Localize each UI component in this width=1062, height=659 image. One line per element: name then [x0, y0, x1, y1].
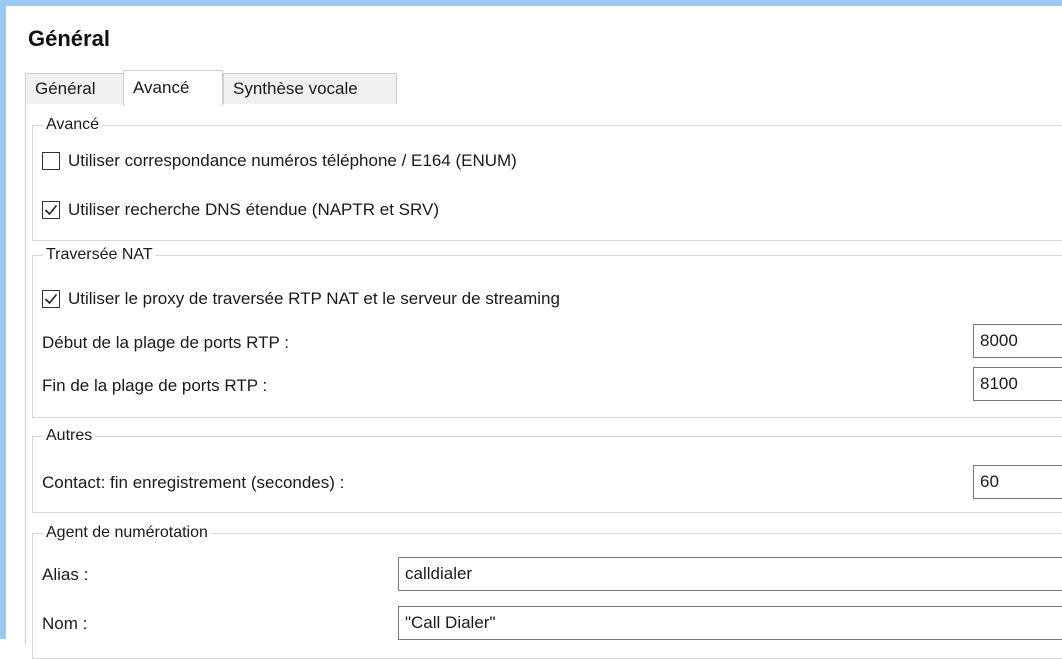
group-nat-title: Traversée NAT	[46, 246, 153, 263]
group-avance-title: Avancé	[46, 116, 100, 133]
rtp-start-label: Début de la plage de ports RTP :	[42, 333, 289, 352]
enum-option[interactable]: Utiliser correspondance numéros téléphon…	[42, 151, 517, 171]
page-title: Général	[28, 26, 110, 51]
alias-input[interactable]: calldialer	[398, 557, 1062, 591]
dns-checkbox[interactable]	[42, 201, 60, 219]
contact-label: Contact: fin enregistrement (secondes) :	[42, 473, 345, 492]
rtp-start-input[interactable]: 8000	[973, 324, 1062, 358]
checkmark-icon	[44, 204, 58, 216]
tab-synthese-vocale[interactable]: Synthèse vocale	[223, 73, 397, 104]
checkmark-icon	[44, 293, 58, 305]
group-agent-title: Agent de numérotation	[46, 524, 208, 541]
rtp-end-label: Fin de la plage de ports RTP :	[42, 376, 268, 395]
nom-input[interactable]: "Call Dialer"	[398, 606, 1062, 640]
tab-bar: Général Avancé Synthèse vocale	[25, 70, 1062, 106]
dns-option[interactable]: Utiliser recherche DNS étendue (NAPTR et…	[42, 200, 439, 220]
proxy-checkbox[interactable]	[42, 290, 60, 308]
rtp-end-row: Fin de la plage de ports RTP :	[42, 376, 267, 396]
rtp-end-input[interactable]: 8100	[973, 367, 1062, 401]
dns-label: Utiliser recherche DNS étendue (NAPTR et…	[68, 200, 439, 219]
contact-row: Contact: fin enregistrement (secondes) :	[42, 473, 344, 493]
rtp-start-row: Début de la plage de ports RTP :	[42, 333, 289, 353]
group-avance: Avancé	[32, 116, 1062, 241]
tab-general[interactable]: Général	[25, 73, 124, 104]
nom-row: Nom :	[42, 614, 87, 634]
proxy-label: Utiliser le proxy de traversée RTP NAT e…	[68, 289, 560, 308]
enum-label: Utiliser correspondance numéros téléphon…	[68, 151, 517, 170]
tab-avance[interactable]: Avancé	[123, 70, 223, 106]
proxy-option[interactable]: Utiliser le proxy de traversée RTP NAT e…	[42, 289, 560, 309]
group-autres-title: Autres	[46, 427, 93, 444]
tab-panel: Avancé Utiliser correspondance numéros t…	[25, 104, 1062, 659]
enum-checkbox[interactable]	[42, 152, 60, 170]
nom-label: Nom :	[42, 614, 88, 633]
alias-label: Alias :	[42, 565, 89, 584]
group-autres: Autres	[32, 427, 1062, 513]
window-frame: Général Général Avancé Synthèse vocale A…	[0, 0, 1062, 659]
contact-expiry-input[interactable]: 60	[973, 465, 1062, 499]
alias-row: Alias :	[42, 565, 88, 585]
